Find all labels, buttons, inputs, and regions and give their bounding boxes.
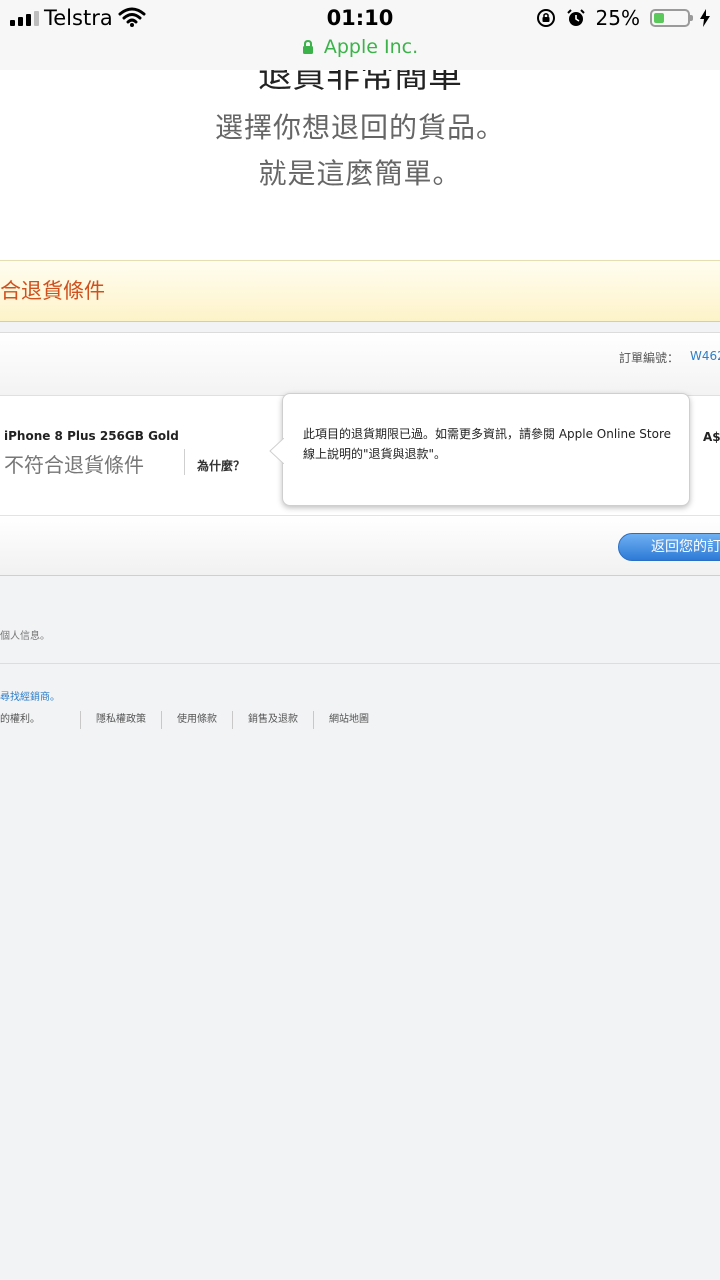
tooltip-arrow xyxy=(269,438,284,464)
rotation-lock-icon xyxy=(536,9,555,27)
lock-icon xyxy=(302,40,313,54)
hero-subtitle-2: 就是這麼簡單。 xyxy=(258,157,462,190)
site-identity[interactable]: Apple Inc. xyxy=(0,36,720,58)
footer-reseller-link[interactable]: 尋找經銷商。 xyxy=(0,688,60,703)
footer-links: 的權利。 隱私權政策 使用條款 銷售及退款 網站地圖 xyxy=(0,711,384,729)
status-divider xyxy=(184,449,185,475)
status-bar: Telstra 01:10 Apple Inc. 25% xyxy=(0,0,720,71)
why-link[interactable]: 為什麼？ xyxy=(197,457,245,474)
footer-rights-text: 的權利。 xyxy=(0,714,40,725)
footer-divider xyxy=(0,663,720,664)
site-name: Apple Inc. xyxy=(323,36,419,58)
footer-link-terms[interactable]: 使用條款 xyxy=(161,711,232,729)
battery-percent: 25% xyxy=(595,6,640,30)
footer-link-sitemap[interactable]: 網站地圖 xyxy=(313,711,384,729)
battery-level xyxy=(654,13,664,23)
hero-subtitle-1: 選擇你想退回的貨品。 xyxy=(214,111,505,144)
product-price: A$ xyxy=(703,430,720,444)
footer-privacy-text: 個人信息。 xyxy=(0,631,50,642)
status-icons: 25% xyxy=(536,6,710,30)
footer-link-sales[interactable]: 銷售及退款 xyxy=(232,711,313,729)
banner-text: 合退貨條件 xyxy=(0,279,105,303)
battery-icon xyxy=(650,9,693,27)
panel-footer xyxy=(0,516,720,575)
ineligible-banner: 合退貨條件 xyxy=(0,260,720,322)
why-tooltip: 此項目的退貨期限已過。如需更多資訊，請參閱 Apple Online Store… xyxy=(269,393,690,506)
alarm-icon xyxy=(566,9,585,26)
charging-icon xyxy=(700,9,710,27)
return-to-order-button[interactable]: 返回您的訂 xyxy=(618,533,720,561)
order-header: 訂單編號： W462 xyxy=(0,333,720,396)
order-number-link[interactable]: W462 xyxy=(690,349,720,363)
hero-section: 退貨非常簡單 選擇你想退回的貨品。 就是這麼簡單。 xyxy=(0,70,720,260)
product-name: iPhone 8 Plus 256GB Gold xyxy=(4,429,179,443)
tooltip-text: 此項目的退貨期限已過。如需更多資訊，請參閱 Apple Online Store… xyxy=(303,427,672,461)
hero-title: 退貨非常簡單 xyxy=(258,70,462,96)
eligibility-status: 不符合退貨條件 xyxy=(4,453,144,477)
footer-link-privacy[interactable]: 隱私權政策 xyxy=(80,711,161,729)
order-number-label: 訂單編號： xyxy=(619,351,680,365)
